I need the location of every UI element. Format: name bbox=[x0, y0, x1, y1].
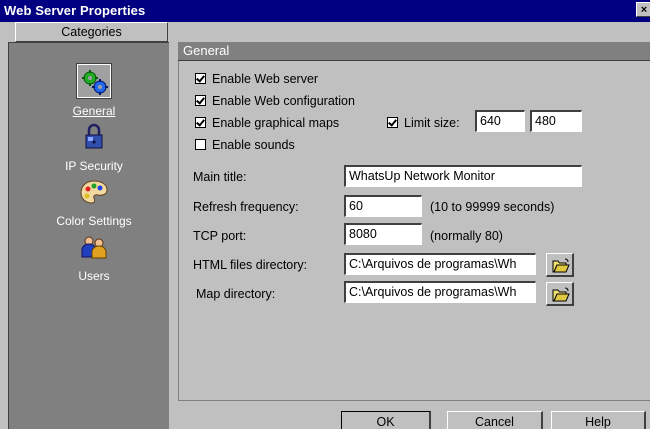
categories-header: Categories bbox=[15, 22, 168, 42]
refresh-frequency-input[interactable]: 60 bbox=[344, 195, 422, 217]
refresh-frequency-hint: (10 to 99999 seconds) bbox=[430, 200, 555, 214]
main-title-label: Main title: bbox=[193, 170, 247, 184]
enable-sounds-checkbox[interactable]: Enable sounds bbox=[195, 138, 295, 152]
cancel-button[interactable]: Cancel bbox=[447, 411, 543, 429]
enable-web-configuration-label: Enable Web configuration bbox=[212, 94, 355, 108]
sidebar-item-color-settings[interactable]: Color Settings bbox=[24, 175, 164, 228]
ok-button[interactable]: OK bbox=[341, 411, 431, 429]
sidebar-item-general[interactable]: General bbox=[24, 63, 164, 118]
enable-web-server-checkbox[interactable]: Enable Web server bbox=[195, 72, 318, 86]
limit-size-label: Limit size: bbox=[404, 116, 460, 130]
sidebar-item-label: Color Settings bbox=[56, 214, 132, 228]
sidebar-item-ip-security[interactable]: IP Security bbox=[24, 120, 164, 173]
title-bar: Web Server Properties × bbox=[0, 0, 650, 22]
palette-icon bbox=[77, 175, 111, 209]
sidebar-item-users[interactable]: Users bbox=[24, 230, 164, 283]
map-directory-input[interactable]: C:\Arquivos de programas\Wh bbox=[344, 281, 536, 303]
tcp-port-input[interactable]: 8080 bbox=[344, 223, 422, 245]
limit-height-input[interactable]: 480 bbox=[530, 110, 582, 132]
html-files-directory-label: HTML files directory: bbox=[193, 258, 308, 272]
checkbox-box[interactable] bbox=[195, 95, 206, 106]
limit-width-input[interactable]: 640 bbox=[475, 110, 525, 132]
enable-sounds-label: Enable sounds bbox=[212, 138, 295, 152]
checkbox-box[interactable] bbox=[387, 117, 398, 128]
enable-web-server-label: Enable Web server bbox=[212, 72, 319, 86]
refresh-frequency-label: Refresh frequency: bbox=[193, 200, 299, 214]
folder-open-icon bbox=[552, 258, 570, 273]
users-icon bbox=[77, 230, 111, 264]
checkbox-box[interactable] bbox=[195, 139, 206, 150]
map-directory-label: Map directory: bbox=[196, 287, 276, 301]
checkbox-box[interactable] bbox=[195, 73, 206, 84]
browse-html-directory-button[interactable] bbox=[546, 253, 574, 277]
enable-graphical-maps-checkbox[interactable]: Enable graphical maps bbox=[195, 116, 339, 130]
lock-icon bbox=[77, 120, 111, 154]
folder-open-icon bbox=[552, 287, 570, 302]
main-title-input[interactable]: WhatsUp Network Monitor bbox=[344, 165, 582, 187]
checkbox-box[interactable] bbox=[195, 117, 206, 128]
help-button[interactable]: Help bbox=[551, 411, 646, 429]
sidebar-item-label: General bbox=[72, 104, 116, 118]
tcp-port-hint: (normally 80) bbox=[430, 229, 503, 243]
general-panel: Enable Web server Enable Web configurati… bbox=[178, 61, 650, 401]
window-title: Web Server Properties bbox=[4, 3, 146, 18]
enable-web-configuration-checkbox[interactable]: Enable Web configuration bbox=[195, 94, 355, 108]
sidebar-item-label: Users bbox=[78, 269, 110, 283]
dialog-body: Categories General IP Security Color Set… bbox=[0, 22, 650, 429]
limit-size-checkbox[interactable]: Limit size: bbox=[387, 116, 460, 130]
enable-graphical-maps-label: Enable graphical maps bbox=[212, 116, 340, 130]
tcp-port-label: TCP port: bbox=[193, 229, 247, 243]
close-icon[interactable]: × bbox=[636, 2, 650, 17]
gears-icon bbox=[76, 63, 112, 99]
html-files-directory-input[interactable]: C:\Arquivos de programas\Wh bbox=[344, 253, 536, 275]
browse-map-directory-button[interactable] bbox=[546, 282, 574, 306]
sidebar-item-label: IP Security bbox=[65, 159, 123, 173]
general-header: General bbox=[178, 42, 650, 61]
